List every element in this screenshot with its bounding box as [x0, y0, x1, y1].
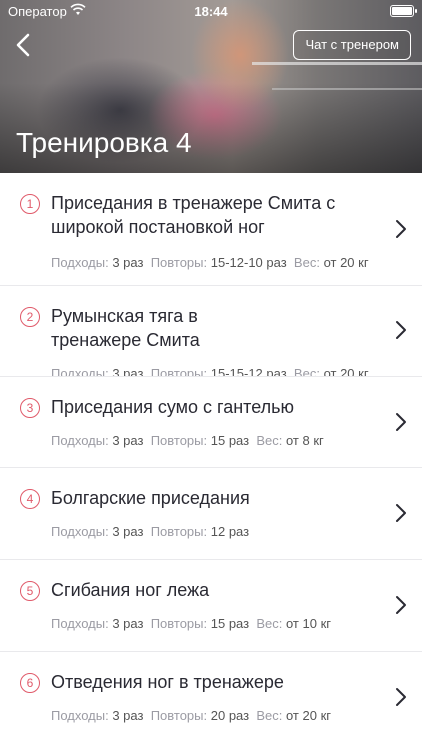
reps-label: Повторы:	[150, 524, 208, 539]
chevron-right-icon	[396, 688, 406, 706]
exercise-details: Подходы: 3 раз Повторы: 20 раз Вес: от 2…	[51, 708, 331, 723]
exercise-number: 1	[20, 194, 40, 214]
exercise-item[interactable]: 3 Приседания сумо с гантелью Подходы: 3 …	[0, 377, 422, 468]
sets-label: Подходы:	[51, 366, 109, 377]
exercise-name: Болгарские приседания	[51, 488, 250, 508]
weight-value: от 8 кг	[285, 433, 324, 448]
weight-value: от 10 кг	[285, 616, 331, 631]
exercise-number: 3	[20, 398, 40, 418]
weight-value: от 20 кг	[285, 708, 331, 723]
sets-value: 3 раз	[112, 616, 144, 631]
chat-with-trainer-button[interactable]: Чат с тренером	[293, 30, 411, 60]
weight-label: Вес:	[256, 616, 283, 631]
sets-value: 3 раз	[112, 366, 144, 377]
exercise-name: Румынская тяга в тренажере Смита	[51, 306, 200, 350]
back-button[interactable]	[10, 30, 38, 60]
weight-label: Вес:	[256, 708, 283, 723]
sets-label: Подходы:	[51, 708, 109, 723]
exercise-number: 6	[20, 673, 40, 693]
chevron-right-icon	[396, 504, 406, 522]
chevron-right-icon	[396, 321, 406, 339]
exercise-number: 2	[20, 307, 40, 327]
sets-label: Подходы:	[51, 524, 109, 539]
status-bar: Оператор 18:44	[0, 0, 422, 22]
exercise-item[interactable]: 2 Румынская тяга в тренажере Смита Подхо…	[0, 286, 422, 377]
exercise-details: Подходы: 3 раз Повторы: 15 раз Вес: от 1…	[51, 616, 331, 631]
hero-photo-detail	[252, 62, 422, 65]
reps-label: Повторы:	[150, 366, 208, 377]
chevron-left-icon	[16, 33, 30, 57]
exercise-name: Отведения ног в тренажере	[51, 672, 284, 692]
exercise-name: Сгибания ног лежа	[51, 580, 210, 600]
reps-value: 15 раз	[210, 616, 250, 631]
clock: 18:44	[194, 4, 228, 19]
exercise-number: 5	[20, 581, 40, 601]
exercise-details: Подходы: 3 раз Повторы: 15 раз Вес: от 8…	[51, 433, 324, 448]
reps-label: Повторы:	[150, 708, 208, 723]
exercise-item[interactable]: 4 Болгарские приседания Подходы: 3 раз П…	[0, 468, 422, 560]
exercise-details: Подходы: 3 раз Повторы: 12 раз	[51, 524, 249, 539]
weight-label: Вес:	[293, 255, 320, 270]
sets-value: 3 раз	[112, 255, 144, 270]
reps-label: Повторы:	[150, 616, 208, 631]
exercise-item[interactable]: 1 Приседания в тренажере Смита с широкой…	[0, 173, 422, 286]
battery-icon	[390, 5, 417, 17]
sets-label: Подходы:	[51, 616, 109, 631]
hero-header: Оператор 18:44 Чат с тренером Тренировка…	[0, 0, 422, 173]
weight-value: от 20 кг	[323, 255, 369, 270]
exercise-name: Приседания в тренажере Смита с широкой п…	[51, 193, 336, 237]
weight-label: Вес:	[256, 433, 283, 448]
sets-value: 3 раз	[112, 524, 144, 539]
reps-value: 15-12-10 раз	[210, 255, 287, 270]
sets-value: 3 раз	[112, 708, 144, 723]
chevron-right-icon	[396, 413, 406, 431]
chevron-right-icon	[396, 220, 406, 238]
reps-value: 12 раз	[210, 524, 250, 539]
reps-value: 20 раз	[210, 708, 250, 723]
exercise-details: Подходы: 3 раз Повторы: 15-15-12 раз Вес…	[51, 366, 369, 377]
reps-value: 15-15-12 раз	[210, 366, 287, 377]
exercise-item[interactable]: 6 Отведения ног в тренажере Подходы: 3 р…	[0, 652, 422, 752]
sets-label: Подходы:	[51, 255, 109, 270]
chevron-right-icon	[396, 596, 406, 614]
weight-value: от 20 кг	[323, 366, 369, 377]
hero-photo-detail	[272, 88, 422, 90]
exercise-list: 1 Приседания в тренажере Смита с широкой…	[0, 173, 422, 752]
reps-label: Повторы:	[150, 255, 208, 270]
reps-label: Повторы:	[150, 433, 208, 448]
exercise-name: Приседания сумо с гантелью	[51, 397, 295, 417]
reps-value: 15 раз	[210, 433, 250, 448]
exercise-item[interactable]: 5 Сгибания ног лежа Подходы: 3 раз Повто…	[0, 560, 422, 652]
exercise-details: Подходы: 3 раз Повторы: 15-12-10 раз Вес…	[51, 255, 369, 270]
page-title: Тренировка 4	[16, 127, 192, 158]
sets-label: Подходы:	[51, 433, 109, 448]
exercise-number: 4	[20, 489, 40, 509]
weight-label: Вес:	[293, 366, 320, 377]
sets-value: 3 раз	[112, 433, 144, 448]
